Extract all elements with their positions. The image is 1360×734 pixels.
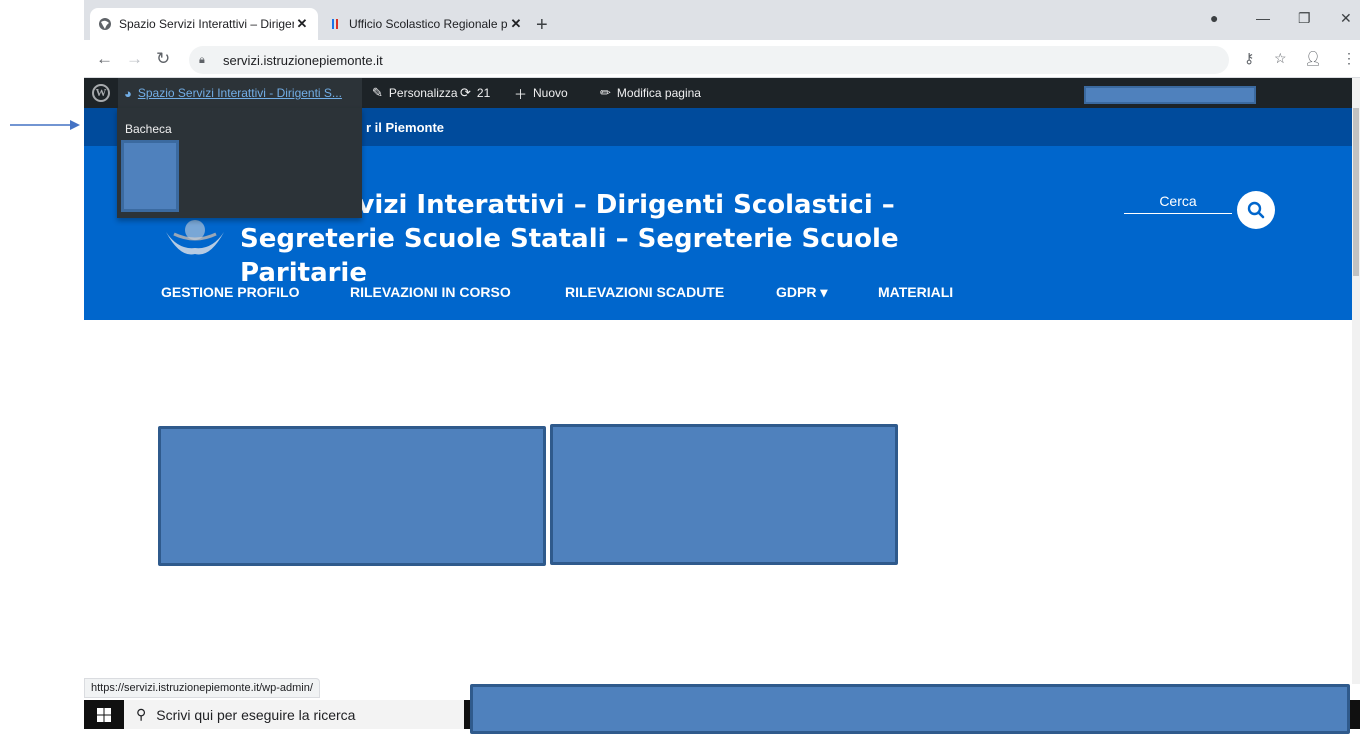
redacted-user-account[interactable] xyxy=(1084,86,1256,104)
dashboard-icon: ◕ xyxy=(124,85,132,101)
title-line-2: Segreterie Scuole Statali – Segreterie S… xyxy=(240,224,899,288)
windows-start-button[interactable] xyxy=(84,700,124,729)
admin-bar-site-name[interactable]: ◕ Spazio Servizi Interattivi - Dirigenti… xyxy=(118,78,362,108)
scrollbar-thumb[interactable] xyxy=(1353,108,1359,276)
forward-icon[interactable]: → xyxy=(126,49,143,69)
browser-tab-bar: Spazio Servizi Interattivi – Diriger ✕ U… xyxy=(84,0,1360,40)
lock-icon[interactable]: 🔒︎ xyxy=(199,54,213,67)
search-button[interactable] xyxy=(1237,191,1275,229)
browser-tab-active[interactable]: Spazio Servizi Interattivi – Diriger ✕ xyxy=(90,8,318,40)
kebab-menu-icon[interactable]: ⋮ xyxy=(1342,50,1356,67)
dropdown-item-dashboard[interactable]: Bacheca xyxy=(125,122,172,136)
close-window-icon[interactable]: ✕ xyxy=(1340,10,1352,27)
nav-gdpr[interactable]: GDPR ▾ xyxy=(776,284,827,301)
reload-icon[interactable]: ↻ xyxy=(156,49,170,69)
institution-name[interactable]: r il Piemonte xyxy=(366,120,444,135)
admin-bar-customize[interactable]: ✎ Personalizza xyxy=(372,78,458,108)
admin-bar-new[interactable]: ＋ Nuovo xyxy=(514,78,568,108)
search-icon xyxy=(1247,201,1265,219)
nav-rilevazioni-in-corso[interactable]: RILEVAZIONI IN CORSO xyxy=(350,284,511,300)
close-tab-icon[interactable]: ✕ xyxy=(508,16,524,32)
new-tab-icon[interactable]: + xyxy=(536,14,548,37)
close-tab-icon[interactable]: ✕ xyxy=(294,16,310,32)
annotation-arrow xyxy=(10,120,80,130)
minimize-icon[interactable]: — xyxy=(1256,10,1270,26)
url-text: servizi.istruzionepiemonte.it xyxy=(223,52,383,68)
edit-page-label: Modifica pagina xyxy=(616,86,701,100)
redacted-content-right[interactable] xyxy=(550,424,898,565)
back-icon[interactable]: ← xyxy=(96,49,113,69)
browser-tab[interactable]: Ufficio Scolastico Regionale per il ✕ xyxy=(320,8,532,40)
restore-icon[interactable]: ❐ xyxy=(1298,10,1311,27)
nav-rilevazioni-scadute[interactable]: RILEVAZIONI SCADUTE xyxy=(565,284,724,300)
search-icon: ⚲ xyxy=(136,706,147,722)
profile-avatar-icon[interactable]: 👤︎ xyxy=(1304,50,1322,67)
ministry-favicon-icon xyxy=(332,19,338,29)
admin-bar-edit-page[interactable]: ✏︎ Modifica pagina xyxy=(600,78,701,108)
brush-icon: ✎ xyxy=(372,85,383,100)
profile-menu-icon[interactable]: ● xyxy=(1210,10,1218,26)
nav-gestione-profilo[interactable]: GESTIONE PROFILO xyxy=(161,284,299,300)
pencil-icon: ✏︎ xyxy=(600,85,611,100)
browser-toolbar: ← → ↻ 🔒︎ servizi.istruzionepiemonte.it ⚷… xyxy=(84,40,1360,78)
redacted-dropdown-item[interactable] xyxy=(121,140,179,212)
customize-label: Personalizza xyxy=(388,86,458,100)
new-label: Nuovo xyxy=(533,86,568,100)
taskbar-search-placeholder: Scrivi qui per eseguire la ricerca xyxy=(156,706,356,723)
updates-count: 21 xyxy=(476,86,491,100)
site-name-link[interactable]: Spazio Servizi Interattivi - Dirigenti S… xyxy=(138,86,342,100)
admin-bar-updates[interactable]: ⟳ 21 xyxy=(460,78,490,108)
windows-logo-icon xyxy=(97,707,111,722)
address-bar[interactable]: 🔒︎ servizi.istruzionepiemonte.it xyxy=(189,46,1229,74)
plus-icon: ＋ xyxy=(514,86,528,102)
bookmark-star-icon[interactable]: ☆ xyxy=(1274,50,1287,67)
link-status-bubble: https://servizi.istruzionepiemonte.it/wp… xyxy=(84,678,320,698)
wordpress-logo-icon[interactable]: W xyxy=(90,78,112,108)
tab-title: Spazio Servizi Interattivi – Diriger xyxy=(119,17,294,31)
taskbar-search[interactable]: ⚲ Scrivi qui per eseguire la ricerca xyxy=(124,700,464,729)
redacted-content-left[interactable] xyxy=(158,426,546,566)
key-icon[interactable]: ⚷ xyxy=(1244,50,1254,67)
redacted-taskbar-content[interactable] xyxy=(470,684,1350,734)
search-input[interactable]: Cerca xyxy=(1124,193,1232,214)
globe-icon xyxy=(99,18,111,30)
updates-icon: ⟳ xyxy=(460,85,471,100)
tab-title: Ufficio Scolastico Regionale per il xyxy=(349,17,508,31)
nav-materiali[interactable]: MATERIALI xyxy=(878,284,953,300)
